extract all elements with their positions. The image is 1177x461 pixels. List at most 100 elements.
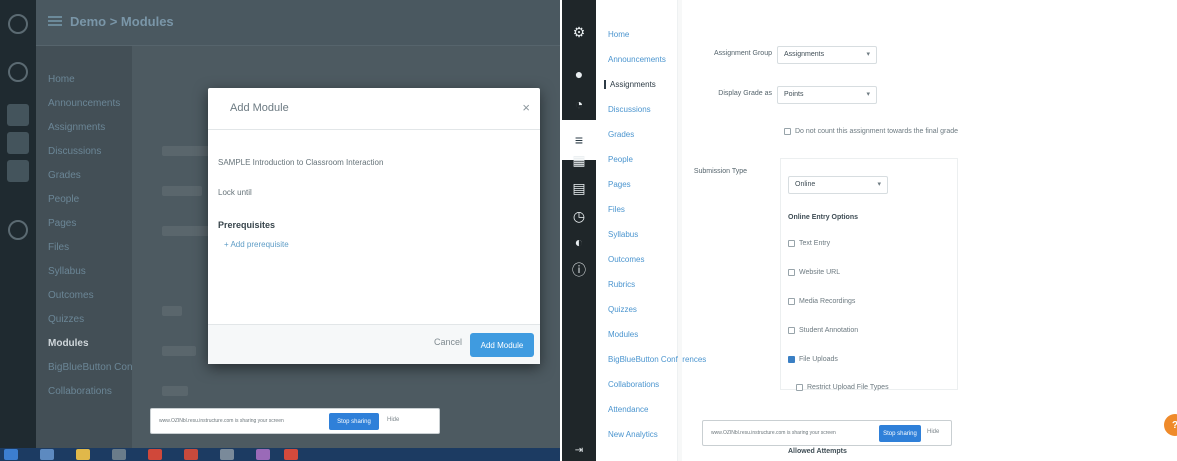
breadcrumb[interactable]: Demo > Modules [70,14,174,29]
final-grade-label: Do not count this assignment towards the… [795,128,959,135]
logo-icon [8,14,28,34]
submission-option-checkbox[interactable]: Website URL [788,269,840,276]
ie-icon[interactable] [40,449,54,460]
course-nav-item[interactable]: Collaborations [48,386,112,397]
account-icon[interactable]: ● [569,64,589,84]
app-icon[interactable] [220,449,234,460]
right-screenshot-panel: ⚙ ● ◔ ≡ ▦ ▤ ◷ ◐ ⓘ ⇥ Home Announcements Ass… [562,0,1177,461]
course-nav-item[interactable]: Attendance [608,405,648,414]
nav-divider [678,0,682,461]
hide-button[interactable]: Hide [927,429,939,435]
course-nav-item[interactable]: New Analytics [608,430,658,439]
final-grade-checkbox[interactable]: Do not count this assignment towards the… [784,128,958,135]
course-nav-item[interactable]: People [48,194,79,205]
course-nav-item[interactable]: Syllabus [608,230,638,239]
submission-type-select[interactable]: Online ▾ [788,176,888,194]
dialog-footer: Cancel Add Module [208,324,540,364]
assignment-group-select[interactable]: Assignments ▾ [777,46,877,64]
stop-sharing-button[interactable]: Stop sharing [879,425,921,442]
course-nav-item[interactable]: Modules [48,338,89,349]
history-icon[interactable] [8,220,28,240]
windows-taskbar [0,448,560,461]
gear-icon[interactable]: ⚙ [569,22,589,42]
submission-option-label: Website URL [799,269,841,276]
app-icon[interactable] [256,449,270,460]
app-icon[interactable] [184,449,198,460]
account-icon[interactable] [8,62,28,82]
course-nav-item[interactable]: Outcomes [608,255,644,264]
courses-icon[interactable] [7,132,29,154]
course-nav-item[interactable]: Pages [48,218,76,229]
course-nav-item[interactable]: Collaborations [608,380,659,389]
submission-type-label: Submission Type [693,168,747,175]
hide-button[interactable]: Hide [387,417,399,423]
add-module-button[interactable]: Add Module [470,333,534,357]
course-nav-item[interactable]: Home [608,30,629,39]
dialog-title: Add Module [230,102,289,114]
module-row [162,186,202,196]
course-nav-item[interactable]: Outcomes [48,290,94,301]
checkbox-box [788,240,795,247]
calendar-icon[interactable]: ▦ [569,150,589,170]
submission-option-label: Student Annotation [799,327,859,334]
module-row [162,306,182,316]
course-nav-item[interactable]: Pages [608,180,631,189]
display-grade-value: Points [784,91,804,98]
submission-option-checkbox[interactable]: File Uploads [788,356,838,363]
close-icon[interactable]: × [522,100,530,115]
add-module-dialog: Add Module × SAMPLE Introduction to Clas… [208,88,540,364]
restrict-upload-checkbox[interactable]: Restrict Upload File Types [796,384,889,391]
module-name-input[interactable]: SAMPLE Introduction to Classroom Interac… [218,158,383,167]
course-nav-item[interactable]: Grades [608,130,634,139]
display-grade-select[interactable]: Points ▾ [777,86,877,104]
chrome-icon[interactable] [148,449,162,460]
media-icon[interactable] [112,449,126,460]
collapse-icon[interactable]: ⇥ [569,440,589,460]
course-nav-item[interactable]: Discussions [48,146,101,157]
help-badge-icon[interactable]: ? [1164,414,1177,436]
course-nav-item[interactable]: Modules [608,330,638,339]
course-nav-item[interactable]: Assignments [604,80,656,89]
submission-option-checkbox[interactable]: Text Entry [788,240,830,247]
course-nav-item[interactable]: Announcements [608,55,666,64]
screen-share-bar: www.OZINbl.resu.instructure.com is shari… [702,420,952,446]
course-nav-item[interactable]: Grades [48,170,81,181]
commons-icon[interactable]: ◐ [569,232,589,252]
course-nav-item[interactable]: Files [48,242,69,253]
hamburger-icon[interactable] [48,16,62,26]
course-nav-item[interactable]: Discussions [608,105,651,114]
lock-until-checkbox[interactable]: Lock until [218,188,252,197]
course-nav-item[interactable]: Assignments [48,122,105,133]
start-icon[interactable] [4,449,18,460]
course-nav-item[interactable]: Quizzes [608,305,637,314]
course-nav-item[interactable]: Home [48,74,75,85]
calendar-icon[interactable] [7,160,29,182]
history-icon[interactable]: ◷ [569,206,589,226]
checkbox-box [796,384,803,391]
cancel-button[interactable]: Cancel [434,337,462,347]
course-nav-item[interactable]: People [608,155,633,164]
help-icon[interactable]: ⓘ [569,260,589,280]
submission-option-label: Text Entry [799,240,831,247]
course-nav-item[interactable]: Quizzes [48,314,84,325]
course-nav-item[interactable]: Syllabus [48,266,86,277]
dashboard-icon[interactable]: ◔ [569,94,589,114]
checkbox-box [784,128,791,135]
folder-icon[interactable] [76,449,90,460]
courses-icon[interactable]: ≡ [569,130,589,150]
submission-option-checkbox[interactable]: Student Annotation [788,327,858,334]
course-nav: Home Announcements Assignments Discussions G… [36,46,171,461]
submission-option-checkbox[interactable]: Media Recordings [788,298,855,305]
dashboard-icon[interactable] [7,104,29,126]
stop-sharing-button[interactable]: Stop sharing [329,413,379,430]
add-prerequisite-link[interactable]: + Add prerequisite [224,240,289,249]
app-icon[interactable] [284,449,298,460]
course-nav-item[interactable]: Files [608,205,625,214]
inbox-icon[interactable]: ▤ [569,178,589,198]
global-nav [0,0,36,461]
course-nav-item[interactable]: Announcements [48,98,120,109]
course-nav-item[interactable]: Rubrics [608,280,635,289]
screen-share-bar: www.OZINbl.resu.instructure.com is shari… [150,408,440,434]
submission-option-label: File Uploads [799,356,838,363]
course-nav-item[interactable]: BigBlueButton Conferences [608,355,706,364]
